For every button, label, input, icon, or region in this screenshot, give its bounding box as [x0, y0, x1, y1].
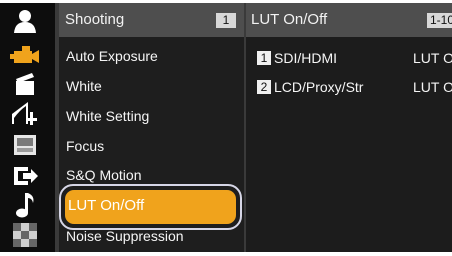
- submenu-row-lcd-proxy-str[interactable]: 2 LCD/Proxy/Str: [257, 79, 363, 95]
- category-icon-column: [0, 3, 55, 252]
- selection-highlight: LUT On/Off: [65, 190, 236, 224]
- submenu-page-badge: 1-10: [427, 13, 452, 28]
- row-label: LCD/Proxy/Str: [274, 79, 364, 95]
- checker-icon[interactable]: [8, 222, 42, 248]
- menu-item-auto-exposure[interactable]: Auto Exposure: [66, 48, 158, 64]
- menu-item-focus[interactable]: Focus: [66, 138, 104, 154]
- menu-item-noise-suppression[interactable]: Noise Suppression: [66, 228, 184, 244]
- timecode-icon[interactable]: [8, 132, 42, 158]
- row-value: LUT On: [413, 79, 452, 95]
- row-number-badge: 2: [257, 80, 271, 94]
- user-icon[interactable]: [8, 8, 42, 34]
- camera-menu-screen: Shooting 1 Auto Exposure White White Set…: [0, 0, 452, 256]
- lut-submenu-panel: LUT On/Off 1-10 1SDI/HDMI LUT On 2LCD/Pr…: [244, 3, 452, 252]
- row-number-badge: 1: [257, 51, 271, 65]
- menu-item-white-setting[interactable]: White Setting: [66, 108, 149, 124]
- menu-header: Shooting 1: [59, 3, 244, 37]
- output-icon[interactable]: [8, 163, 42, 189]
- menu-item-white[interactable]: White: [66, 78, 102, 94]
- menu-item-sq-motion[interactable]: S&Q Motion: [66, 167, 141, 183]
- menu-title: Shooting: [65, 11, 125, 28]
- music-note-icon[interactable]: [8, 192, 42, 218]
- shooting-menu: Shooting 1 Auto Exposure White White Set…: [59, 3, 244, 252]
- curve-edit-icon[interactable]: [8, 100, 42, 126]
- menu-item-lut-on-off[interactable]: LUT On/Off: [59, 184, 242, 230]
- submenu-row-sdi-hdmi[interactable]: 1 SDI/HDMI: [257, 50, 337, 66]
- submenu-title: LUT On/Off: [251, 11, 328, 28]
- camera-icon[interactable]: [8, 41, 42, 67]
- bottom-border: [0, 252, 452, 256]
- clapperboard-icon[interactable]: [8, 70, 42, 96]
- row-value: LUT On: [413, 50, 452, 66]
- page-number-badge: 1: [216, 13, 236, 28]
- submenu-header: LUT On/Off 1-10: [246, 3, 452, 37]
- row-label: SDI/HDMI: [274, 50, 337, 66]
- menu-item-label: LUT On/Off: [68, 197, 145, 214]
